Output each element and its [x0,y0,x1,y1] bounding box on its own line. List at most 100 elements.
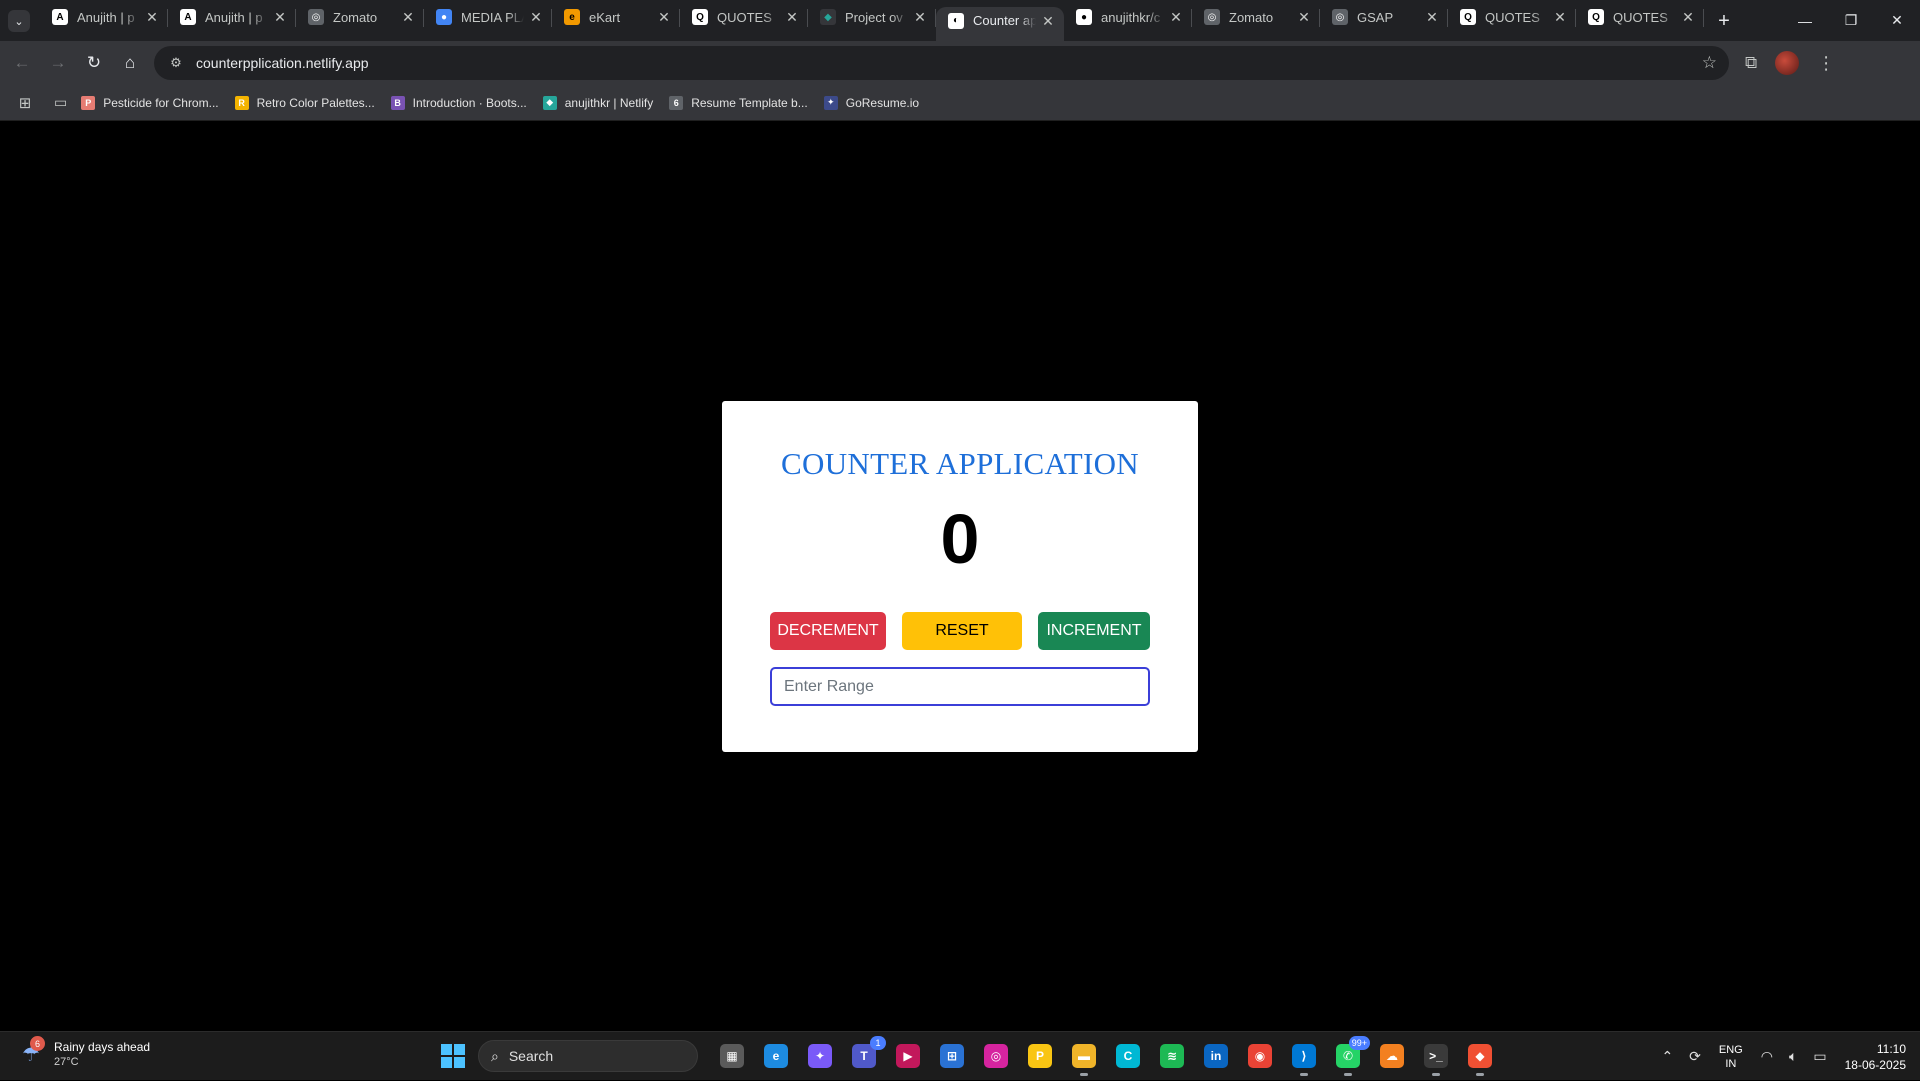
extensions-icon[interactable]: ⧉ [1745,53,1757,73]
taskbar-app-instagram[interactable]: ◎ [978,1038,1014,1074]
reset-button[interactable]: RESET [902,612,1022,650]
taskbar-app-terminal[interactable]: >_ [1418,1038,1454,1076]
bookmark-favicon-icon: ◆ [542,95,557,110]
close-tab-icon[interactable]: ✕ [528,9,544,25]
tab[interactable]: ◎ Zomato ✕ [296,0,424,34]
weather-widget[interactable]: ☂ 6 Rainy days ahead 27°C [16,1036,150,1069]
bookmark-item[interactable]: P Pesticide for Chrom... [81,95,219,110]
close-tab-icon[interactable]: ✕ [1040,13,1056,29]
close-tab-icon[interactable]: ✕ [144,9,160,25]
new-tab-button[interactable]: + [1710,7,1738,35]
increment-button[interactable]: INCREMENT [1038,612,1150,650]
taskbar-app-store[interactable]: ⊞ [934,1038,970,1074]
taskbar-app-chrome[interactable]: ◉ [1242,1038,1278,1074]
taskbar-app-file-explorer[interactable]: ▬ [1066,1038,1102,1076]
tab[interactable]: ● anujithkr/c ✕ [1064,0,1192,34]
bookmark-star-icon[interactable]: ☆ [1702,53,1717,73]
bookmark-item[interactable]: B Introduction · Boots... [390,95,527,110]
tab[interactable]: Q QUOTES ✕ [1576,0,1704,34]
home-button[interactable]: ⌂ [112,45,148,81]
menu-icon[interactable]: ⋮ [1817,53,1835,74]
language-indicator[interactable]: ENG IN [1719,1043,1743,1071]
tab[interactable]: Q QUOTES ✕ [1448,0,1576,34]
tab-strip: ⌄ A Anujith | p ✕ A Anujith | p ✕ ◎ Zomato ✕ ● MED… [0,0,1920,41]
close-tab-icon[interactable]: ✕ [784,9,800,25]
search-label: Search [508,1048,554,1064]
address-bar[interactable]: ⚙ counterpplication.netlify.app ☆ [154,46,1729,80]
bookmark-item[interactable]: ✦ GoResume.io [823,95,920,110]
taskbar-app-canva[interactable]: C [1110,1038,1146,1074]
tab[interactable]: e eKart ✕ [552,0,680,34]
taskbar-app-whatsapp[interactable]: ✆ 99+ [1330,1036,1370,1076]
taskbar-app-copilot[interactable]: ✦ [802,1038,838,1074]
wifi-icon[interactable]: ◠ [1761,1048,1773,1065]
bookmark-label: Retro Color Palettes... [256,95,375,110]
tab-favicon-icon: A [52,9,68,25]
tab[interactable]: ◎ Zomato ✕ [1192,0,1320,34]
tab-title: MEDIA PLA [461,9,524,25]
taskbar-app-task-view[interactable]: ▦ [714,1038,750,1074]
bookmark-item[interactable]: ◆ anujithkr | Netlify [542,95,653,110]
start-button[interactable] [436,1039,470,1073]
minimize-button[interactable]: — [1782,0,1828,41]
decrement-button[interactable]: DECREMENT [770,612,886,650]
terminal-icon: >_ [1424,1044,1448,1068]
bookmark-favicon-icon: R [234,95,249,110]
tab-search-button[interactable]: ⌄ [8,10,30,32]
system-tray: ⌃ ⟳ ENG IN ◠ 🔈︎ ▭ 11:10 18-06-2025 [1653,1032,1920,1081]
taskbar-app-edge[interactable]: e [758,1038,794,1074]
range-input[interactable] [770,667,1150,706]
volume-icon[interactable]: 🔈︎ [1789,1048,1797,1065]
taskbar-app-linkedin[interactable]: in [1198,1038,1234,1074]
taskbar-app-pdf-reader[interactable]: P [1022,1038,1058,1074]
tab[interactable]: A Anujith | p ✕ [168,0,296,34]
close-tab-icon[interactable]: ✕ [1424,9,1440,25]
taskbar-app-git[interactable]: ◆ [1462,1038,1498,1076]
bookmark-favicon-icon: P [81,95,96,110]
bookmark-favicon-icon: B [390,95,405,110]
tab[interactable]: ◆ Project ov ✕ [808,0,936,34]
reload-button[interactable]: ↻ [76,45,112,81]
close-tab-icon[interactable]: ✕ [400,9,416,25]
restore-button[interactable]: ❐ [1828,0,1874,41]
chrome-icon: ◉ [1248,1044,1272,1068]
close-tab-icon[interactable]: ✕ [1680,9,1696,25]
forward-button[interactable]: → [40,45,76,81]
bookmark-favicon-icon: ✦ [823,95,838,110]
apps-grid-icon[interactable]: ⊞ [14,92,36,114]
close-tab-icon[interactable]: ✕ [1296,9,1312,25]
windows-logo-icon [441,1044,452,1055]
tab-active[interactable]: ◐ Counter ap ✕ [936,7,1064,41]
bookmark-item[interactable]: 6 Resume Template b... [669,95,808,110]
profile-avatar[interactable] [1775,51,1800,75]
close-tab-icon[interactable]: ✕ [1552,9,1568,25]
bookmark-label: GoResume.io [845,95,920,110]
taskbar-app-spotify[interactable]: ≋ [1154,1038,1190,1074]
close-window-button[interactable]: ✕ [1874,0,1920,41]
sync-icon[interactable]: ⟳ [1689,1048,1701,1065]
clock-time: 11:10 [1876,1041,1906,1056]
chevron-up-icon[interactable]: ⌃ [1661,1048,1673,1065]
bookmark-item[interactable]: R Retro Color Palettes... [234,95,375,110]
taskbar-app-vscode[interactable]: ⟩ [1286,1038,1322,1076]
tab[interactable]: ● MEDIA PLA ✕ [424,0,552,34]
clock-date: 18-06-2025 [1844,1057,1906,1072]
taskbar-app-cloud[interactable]: ☁ [1374,1038,1410,1074]
taskbar-search[interactable]: ⌕ Search [478,1040,698,1072]
taskbar-app-media-player[interactable]: ▶ [890,1038,926,1074]
clock[interactable]: 11:10 18-06-2025 [1845,1041,1906,1073]
tab[interactable]: A Anujith | p ✕ [40,0,168,34]
folder-icon[interactable]: ▭ [54,94,67,111]
tab[interactable]: Q QUOTES ✕ [680,0,808,34]
taskbar-app-teams[interactable]: T1 [846,1036,886,1074]
close-tab-icon[interactable]: ✕ [912,9,928,25]
back-button[interactable]: ← [4,45,40,81]
close-tab-icon[interactable]: ✕ [1168,9,1184,25]
tab[interactable]: ◎ GSAP ✕ [1320,0,1448,34]
copilot-icon: ✦ [808,1044,832,1068]
tab-favicon-icon: Q [1460,9,1476,25]
close-tab-icon[interactable]: ✕ [656,9,672,25]
battery-icon[interactable]: ▭ [1813,1048,1826,1065]
site-info-icon[interactable]: ⚙ [166,53,186,73]
close-tab-icon[interactable]: ✕ [272,9,288,25]
